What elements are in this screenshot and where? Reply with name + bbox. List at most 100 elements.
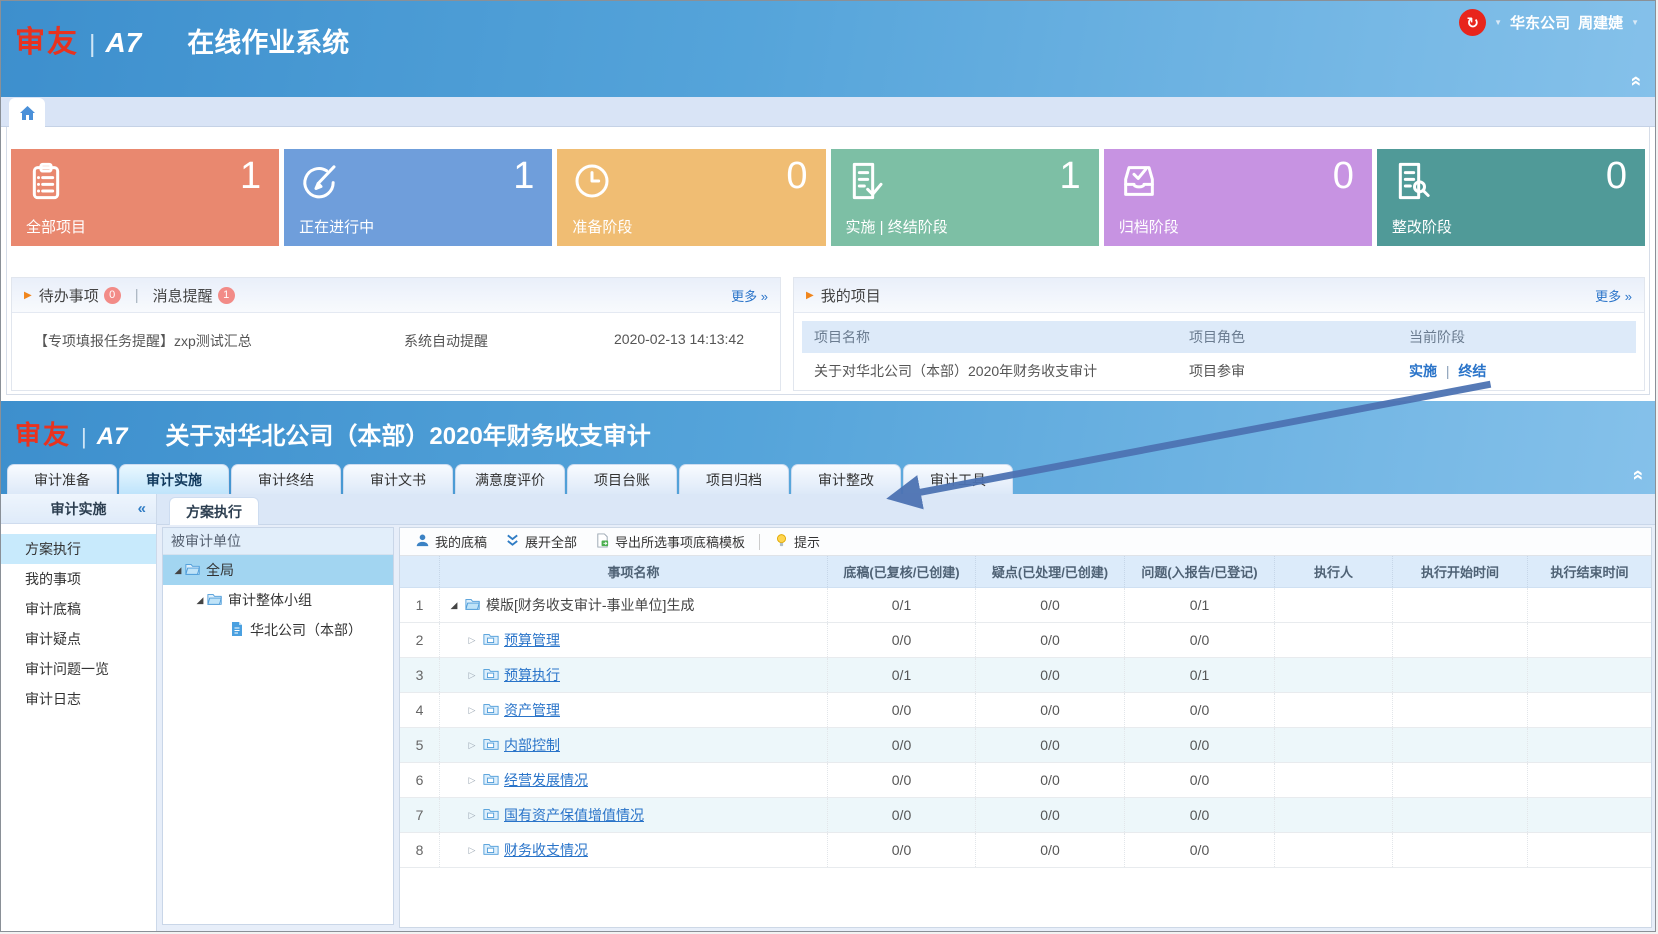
- tab-todo-items[interactable]: 待办事项 0: [39, 285, 121, 306]
- row-number: 7: [400, 798, 440, 832]
- item-name-cell: ▷ 财务收支情况: [440, 833, 828, 867]
- toolbar-button[interactable]: 导出所选事项底稿模板: [588, 532, 752, 551]
- project-name[interactable]: 关于对华北公司（本部）2020年财务收支审计: [814, 361, 1189, 381]
- project-tab[interactable]: 审计整改: [791, 464, 901, 494]
- project-tab[interactable]: 审计准备: [7, 464, 117, 494]
- project-tabs: 审计准备审计实施审计终结审计文书满意度评价项目台账项目归档审计整改审计工具: [7, 464, 1013, 494]
- project-tab[interactable]: 审计终结: [231, 464, 341, 494]
- stat-card-label: 整改阶段: [1392, 216, 1452, 237]
- project-tab[interactable]: 项目台账: [567, 464, 677, 494]
- stat-card[interactable]: 0 归档阶段: [1104, 149, 1372, 246]
- message-row[interactable]: 【专项填报任务提醒】zxp测试汇总 系统自动提醒 2020-02-13 14:1…: [12, 313, 780, 351]
- subtab-fanganzhixing[interactable]: 方案执行: [169, 497, 259, 525]
- table-row[interactable]: 3 ▷ 预算执行 0/1 0/0 0/1: [400, 658, 1651, 693]
- tree-expander-icon[interactable]: ◢: [193, 595, 207, 606]
- project-tab[interactable]: 审计工具: [903, 464, 1013, 494]
- toolbar-button[interactable]: 我的底稿: [408, 532, 494, 551]
- start-time: [1393, 693, 1528, 727]
- bulb-icon: [774, 533, 789, 551]
- tree-expander-icon[interactable]: ▷: [466, 810, 478, 821]
- table-row[interactable]: 8 ▷ 财务收支情况 0/0 0/0 0/0: [400, 833, 1651, 868]
- project-tab[interactable]: 审计实施: [119, 464, 229, 494]
- tree-expander-icon[interactable]: ◢: [448, 600, 460, 611]
- divider: |: [1446, 363, 1450, 379]
- toolbar-button[interactable]: 展开全部: [498, 532, 584, 551]
- folder-icon: [483, 771, 499, 790]
- refresh-icon[interactable]: ↻: [1459, 9, 1486, 36]
- sidebar-item[interactable]: 审计疑点: [1, 624, 156, 654]
- tree-node[interactable]: ◢ 全局: [163, 555, 393, 585]
- table-row[interactable]: 5 ▷ 内部控制 0/0 0/0 0/0: [400, 728, 1651, 763]
- tree-node[interactable]: 华北公司（本部）: [163, 615, 393, 645]
- stage-link-zhongjie[interactable]: 终结: [1458, 363, 1486, 379]
- archive-icon: [1119, 161, 1159, 201]
- panel-marker-icon: ▶: [806, 290, 814, 301]
- sidebar-item[interactable]: 审计问题一览: [1, 654, 156, 684]
- end-time: [1528, 833, 1651, 867]
- sidebar-item[interactable]: 审计日志: [1, 684, 156, 714]
- stage-link-shishi[interactable]: 实施: [1409, 363, 1437, 379]
- folder-icon: [483, 806, 499, 825]
- brand: 审友 | A7 关于对华北公司（本部）2020年财务收支审计: [15, 415, 651, 452]
- row-number: 6: [400, 763, 440, 797]
- stat-card[interactable]: 1 正在进行中: [284, 149, 552, 246]
- table-row[interactable]: 6 ▷ 经营发展情况 0/0 0/0 0/0: [400, 763, 1651, 798]
- table-row[interactable]: 2 ▷ 预算管理 0/0 0/0 0/0: [400, 623, 1651, 658]
- tab-message-reminders[interactable]: 消息提醒 1: [153, 285, 235, 306]
- projects-panel: ▶ 我的项目 更多 » 项目名称 项目角色 当前阶段 关于对华北公司（本部）20…: [793, 277, 1645, 391]
- collapse-header-icon[interactable]: «: [1625, 76, 1647, 87]
- sidebar-item[interactable]: 方案执行: [1, 534, 156, 564]
- projects-panel-title: 我的项目: [821, 285, 881, 306]
- stat-card-value: 0: [786, 155, 807, 198]
- todo-more-link[interactable]: 更多 »: [731, 286, 768, 305]
- sidebar-item[interactable]: 我的事项: [1, 564, 156, 594]
- header-cell: 问题(入报告/已登记): [1125, 556, 1275, 587]
- table-row[interactable]: 4 ▷ 资产管理 0/0 0/0 0/0: [400, 693, 1651, 728]
- folder-open-icon: [207, 591, 228, 610]
- problem-count: 0/0: [1125, 693, 1275, 727]
- tree-node[interactable]: ◢ 审计整体小组: [163, 585, 393, 615]
- table-row[interactable]: 7 ▷ 国有资产保值增值情况 0/0 0/0 0/0: [400, 798, 1651, 833]
- projects-more-link[interactable]: 更多 »: [1595, 286, 1632, 305]
- project-tab[interactable]: 审计文书: [343, 464, 453, 494]
- browser-tabstrip: [1, 97, 1655, 127]
- home-tab[interactable]: [9, 98, 45, 127]
- end-time: [1528, 588, 1651, 622]
- draft-count: 0/1: [828, 658, 976, 692]
- tree-expander-icon[interactable]: ▷: [466, 635, 478, 646]
- message-time: 2020-02-13 14:13:42: [614, 331, 770, 351]
- project-tab[interactable]: 满意度评价: [455, 464, 565, 494]
- header-cell: 疑点(已处理/已创建): [976, 556, 1125, 587]
- sidebar-item[interactable]: 审计底稿: [1, 594, 156, 624]
- draft-count: 0/0: [828, 623, 976, 657]
- stat-card-label: 正在进行中: [299, 216, 374, 237]
- project-stage: 实施 | 终结: [1409, 361, 1636, 381]
- project-tab[interactable]: 项目归档: [679, 464, 789, 494]
- problem-count: 0/0: [1125, 798, 1275, 832]
- doubt-count: 0/0: [976, 588, 1125, 622]
- tree-expander-icon[interactable]: ▷: [466, 845, 478, 856]
- folder-icon: [465, 596, 481, 615]
- sidebar-collapse-icon[interactable]: «: [138, 500, 146, 517]
- table-row[interactable]: 1 ◢ 模版[财务收支审计-事业单位]生成 0/1 0/0 0/1: [400, 588, 1651, 623]
- folder-icon: [483, 701, 499, 720]
- collapse-header-icon[interactable]: «: [1627, 470, 1649, 481]
- stat-card[interactable]: 1 实施 | 终结阶段: [831, 149, 1099, 246]
- tree-expander-icon[interactable]: ◢: [171, 565, 185, 576]
- stat-card-value: 0: [1606, 155, 1627, 198]
- stat-card-value: 1: [1060, 155, 1081, 198]
- tree-expander-icon[interactable]: ▷: [466, 705, 478, 716]
- start-time: [1393, 833, 1528, 867]
- chevron-down-icon[interactable]: ▼: [1494, 18, 1502, 27]
- clock-icon: [572, 161, 612, 201]
- tree-expander-icon[interactable]: ▷: [466, 740, 478, 751]
- tree-expander-icon[interactable]: ▷: [466, 775, 478, 786]
- tree-expander-icon[interactable]: ▷: [466, 670, 478, 681]
- chevron-down-icon[interactable]: ▼: [1631, 18, 1639, 27]
- stat-card[interactable]: 0 整改阶段: [1377, 149, 1645, 246]
- toolbar-button[interactable]: 提示: [767, 532, 827, 551]
- brand-divider: |: [81, 424, 87, 450]
- brand-logo: 审友: [15, 17, 79, 61]
- stat-card[interactable]: 0 准备阶段: [557, 149, 825, 246]
- stat-card[interactable]: 1 全部项目: [11, 149, 279, 246]
